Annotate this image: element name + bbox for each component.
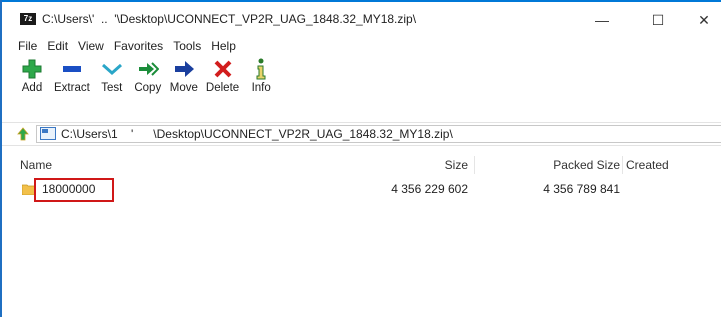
address-bar: C:\Users\1 ' \Desktop\UCONNECT_VP2R_UAG_…: [2, 122, 721, 146]
table-row[interactable]: 18000000 4 356 229 602 4 356 789 841: [2, 178, 721, 202]
column-created[interactable]: Created: [626, 158, 669, 172]
delete-button[interactable]: Delete: [202, 58, 243, 116]
window-title: C:\Users\' .. '\Desktop\UCONNECT_VP2R_UA…: [42, 12, 417, 26]
column-name[interactable]: Name: [20, 158, 52, 172]
row-name: 18000000: [42, 182, 96, 196]
extract-button[interactable]: Extract: [50, 58, 94, 116]
archive-folder-icon: [40, 127, 56, 140]
close-button[interactable]: ✕: [684, 10, 721, 30]
menu-favorites[interactable]: Favorites: [109, 37, 168, 55]
minimize-button[interactable]: —: [582, 10, 622, 30]
copy-label: Copy: [134, 82, 162, 94]
toolbar: Add Extract Test Copy Move Delete Info: [2, 58, 279, 116]
move-button[interactable]: Move: [166, 58, 202, 116]
menu-help[interactable]: Help: [206, 37, 241, 55]
column-header: Name Size Packed Size Created: [2, 156, 721, 174]
app-icon: 7z: [20, 13, 36, 25]
arrow-right-icon: [170, 58, 198, 80]
up-folder-icon[interactable]: [16, 127, 30, 141]
delete-label: Delete: [205, 82, 240, 94]
check-icon: [98, 58, 126, 80]
move-label: Move: [169, 82, 198, 94]
address-input[interactable]: C:\Users\1 ' \Desktop\UCONNECT_VP2R_UAG_…: [36, 125, 721, 143]
menu-file[interactable]: File: [2, 37, 42, 55]
test-label: Test: [101, 82, 123, 94]
plus-icon: [18, 58, 46, 80]
address-path: C:\Users\1 ' \Desktop\UCONNECT_VP2R_UAG_…: [61, 127, 453, 141]
info-button[interactable]: Info: [243, 58, 279, 116]
double-arrow-icon: [134, 58, 162, 80]
add-label: Add: [21, 82, 43, 94]
x-icon: [209, 58, 237, 80]
column-divider[interactable]: [622, 156, 623, 174]
extract-label: Extract: [54, 82, 90, 94]
archive-window: 7z C:\Users\' .. '\Desktop\UCONNECT_VP2R…: [0, 0, 721, 317]
info-icon: [247, 58, 275, 80]
menu-tools[interactable]: Tools: [168, 37, 206, 55]
row-packed-size: 4 356 789 841: [543, 182, 620, 196]
test-button[interactable]: Test: [94, 58, 130, 116]
copy-button[interactable]: Copy: [130, 58, 166, 116]
info-label: Info: [251, 82, 271, 94]
menu-view[interactable]: View: [73, 37, 109, 55]
menu-edit[interactable]: Edit: [42, 37, 73, 55]
menu-bar: File Edit View Favorites Tools Help: [2, 37, 241, 55]
add-button[interactable]: Add: [2, 58, 50, 116]
row-size: 4 356 229 602: [391, 182, 468, 196]
maximize-button[interactable]: ☐: [638, 10, 678, 30]
title-bar[interactable]: 7z C:\Users\' .. '\Desktop\UCONNECT_VP2R…: [2, 2, 721, 36]
column-packed-size[interactable]: Packed Size: [472, 158, 620, 172]
column-size[interactable]: Size: [382, 158, 468, 172]
minus-icon: [58, 58, 86, 80]
